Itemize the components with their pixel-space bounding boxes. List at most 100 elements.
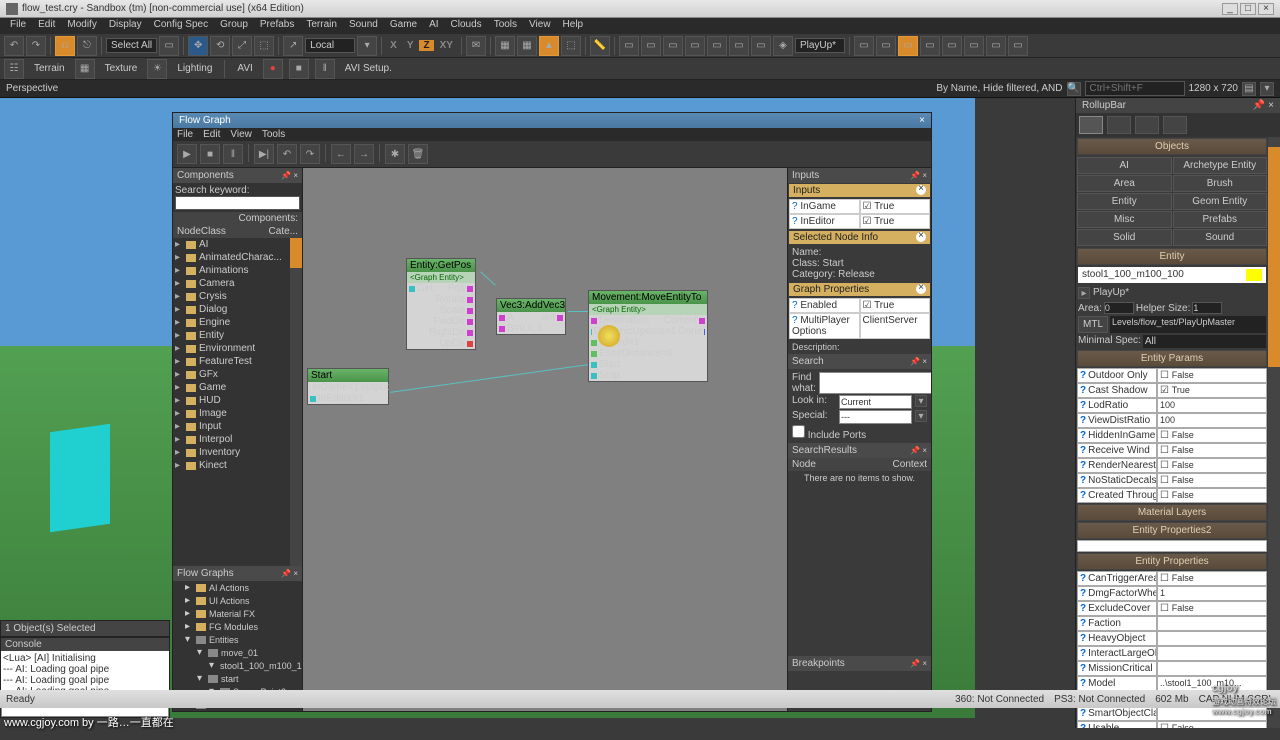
- goto-button[interactable]: ↗: [283, 36, 303, 56]
- node-addvec3[interactable]: Vec3:AddVec3 Aout B=0,0,3: [496, 298, 566, 335]
- tree-ai-actions[interactable]: ▸ AI Actions: [173, 581, 302, 594]
- pause-button[interactable]: ‖: [223, 144, 243, 164]
- tree-item[interactable]: ▾ move_01: [173, 646, 302, 659]
- flowgraph-titlebar[interactable]: Flow Graph ×: [173, 113, 931, 128]
- tool-a[interactable]: ▭: [854, 36, 874, 56]
- axis-y[interactable]: Y: [403, 40, 418, 51]
- menu-help[interactable]: Help: [557, 18, 590, 34]
- tree-item[interactable]: ▾ start: [173, 672, 302, 685]
- rollup-tab-terrain[interactable]: [1107, 116, 1131, 134]
- param-row[interactable]: ?ViewDistRatio100: [1076, 413, 1268, 428]
- entity-name-field[interactable]: stool1_100_m100_100: [1078, 267, 1266, 283]
- search-input[interactable]: [1085, 81, 1185, 96]
- node-getpos[interactable]: Entity:GetPos <Graph Entity> GetPos Rota…: [406, 258, 476, 350]
- mail-icon[interactable]: ✉: [466, 36, 486, 56]
- pin-icon[interactable]: 📌 ×: [281, 171, 298, 180]
- rotate-button[interactable]: ⟲: [210, 36, 230, 56]
- prop-row[interactable]: ?Usable☐ False: [1076, 721, 1268, 728]
- stop-button[interactable]: ■: [200, 144, 220, 164]
- rollup-tab-layers[interactable]: [1163, 116, 1187, 134]
- prop-row[interactable]: ?MissionCritical: [1076, 661, 1268, 676]
- color-swatch[interactable]: [1246, 269, 1262, 281]
- camera-icon[interactable]: ▾: [1260, 82, 1274, 96]
- component-animatedcharac[interactable]: ▸AnimatedCharac...: [173, 251, 290, 264]
- component-ai[interactable]: ▸AI: [173, 238, 290, 251]
- lookin-dropdown[interactable]: Current: [839, 395, 912, 409]
- fwd-button[interactable]: →: [354, 144, 374, 164]
- menu-prefabs[interactable]: Prefabs: [254, 18, 300, 34]
- component-inventory[interactable]: ▸Inventory: [173, 446, 290, 459]
- coord-dropdown[interactable]: Local: [305, 38, 355, 53]
- prop-row[interactable]: ?CanTriggerAreas☐ False: [1076, 571, 1268, 586]
- tree-item[interactable]: ▾ stool1_100_m100_100: [173, 659, 302, 672]
- layer-name[interactable]: PlayUp*: [1093, 287, 1129, 299]
- tool-f[interactable]: ▭: [964, 36, 984, 56]
- area-input[interactable]: [1104, 302, 1134, 314]
- stop-rec-button[interactable]: ■: [289, 59, 309, 79]
- ruler-button[interactable]: 📏: [590, 36, 610, 56]
- prop-row[interactable]: ?ExcludeCover☐ False: [1076, 601, 1268, 616]
- menu-edit[interactable]: Edit: [32, 18, 61, 34]
- fg-menu-file[interactable]: File: [177, 129, 193, 140]
- components-scrollbar[interactable]: [290, 238, 302, 566]
- avi-setup-label[interactable]: AVI Setup.: [341, 63, 396, 74]
- param-row[interactable]: ?HiddenInGame☐ False: [1076, 428, 1268, 443]
- record-button[interactable]: ●: [263, 59, 283, 79]
- step-button[interactable]: ▶|: [254, 144, 274, 164]
- fg-menu-tools[interactable]: Tools: [262, 129, 285, 140]
- object-type-prefabs[interactable]: Prefabs: [1173, 211, 1268, 228]
- back-button[interactable]: ←: [331, 144, 351, 164]
- component-hud[interactable]: ▸HUD: [173, 394, 290, 407]
- prop-row[interactable]: ?InteractLargeObject: [1076, 646, 1268, 661]
- expand-icon[interactable]: ▸: [1078, 287, 1090, 299]
- pause-rec-button[interactable]: ‖: [315, 59, 335, 79]
- helper-input[interactable]: [1192, 302, 1222, 314]
- axis-x[interactable]: X: [386, 40, 401, 51]
- tool-d[interactable]: ▭: [920, 36, 940, 56]
- rollup-tab-display[interactable]: [1135, 116, 1159, 134]
- rollup-tab-create[interactable]: [1079, 116, 1103, 134]
- object-type-geom-entity[interactable]: Geom Entity: [1173, 193, 1268, 210]
- axis-z[interactable]: Z: [419, 40, 433, 51]
- tool-c[interactable]: ▭: [898, 36, 918, 56]
- nodeclass-header[interactable]: NodeClass Cate...: [173, 225, 302, 238]
- component-camera[interactable]: ▸Camera: [173, 277, 290, 290]
- lighting-label[interactable]: Lighting: [173, 63, 216, 74]
- db-button[interactable]: ▭: [641, 36, 661, 56]
- object-type-solid[interactable]: Solid: [1077, 229, 1172, 246]
- flowgraph-close-button[interactable]: ×: [919, 115, 925, 126]
- tool-h[interactable]: ▭: [1008, 36, 1028, 56]
- components-tree[interactable]: ▸AI▸AnimatedCharac...▸Animations▸Camera▸…: [173, 238, 290, 566]
- delete-button[interactable]: 🗑: [408, 144, 428, 164]
- component-image[interactable]: ▸Image: [173, 407, 290, 420]
- component-interpol[interactable]: ▸Interpol: [173, 433, 290, 446]
- fg-menu-edit[interactable]: Edit: [203, 129, 220, 140]
- props2-placeholder[interactable]: [1077, 540, 1267, 552]
- prop-row[interactable]: ?Faction: [1076, 616, 1268, 631]
- texture-label[interactable]: Texture: [101, 63, 142, 74]
- object-type-ai[interactable]: AI: [1077, 157, 1172, 174]
- object-type-area[interactable]: Area: [1077, 175, 1172, 192]
- menu-clouds[interactable]: Clouds: [445, 18, 488, 34]
- layer-button[interactable]: ▭: [619, 36, 639, 56]
- move-button[interactable]: ✥: [188, 36, 208, 56]
- object-type-misc[interactable]: Misc: [1077, 211, 1172, 228]
- track-button[interactable]: ▭: [707, 36, 727, 56]
- object-type-archetype-entity[interactable]: Archetype Entity: [1173, 157, 1268, 174]
- unlink-button[interactable]: ⎋: [77, 36, 97, 56]
- rollup-scrollbar[interactable]: [1268, 137, 1280, 728]
- param-row[interactable]: ?RenderNearest☐ False: [1076, 458, 1268, 473]
- object-type-entity[interactable]: Entity: [1077, 193, 1172, 210]
- component-gfx[interactable]: ▸GFx: [173, 368, 290, 381]
- tree-material-fx[interactable]: ▸ Material FX: [173, 607, 302, 620]
- param-row[interactable]: ?Created Through Pool☐ False: [1076, 488, 1268, 503]
- play-button[interactable]: ▶: [177, 144, 197, 164]
- terrain-label[interactable]: Terrain: [30, 63, 69, 74]
- tool-b[interactable]: ▭: [876, 36, 896, 56]
- snap-button[interactable]: ⬚: [561, 36, 581, 56]
- menu-file[interactable]: File: [4, 18, 32, 34]
- param-row[interactable]: ?Receive Wind☐ False: [1076, 443, 1268, 458]
- component-engine[interactable]: ▸Engine: [173, 316, 290, 329]
- menu-config-spec[interactable]: Config Spec: [148, 18, 214, 34]
- explorer-button[interactable]: ▭: [663, 36, 683, 56]
